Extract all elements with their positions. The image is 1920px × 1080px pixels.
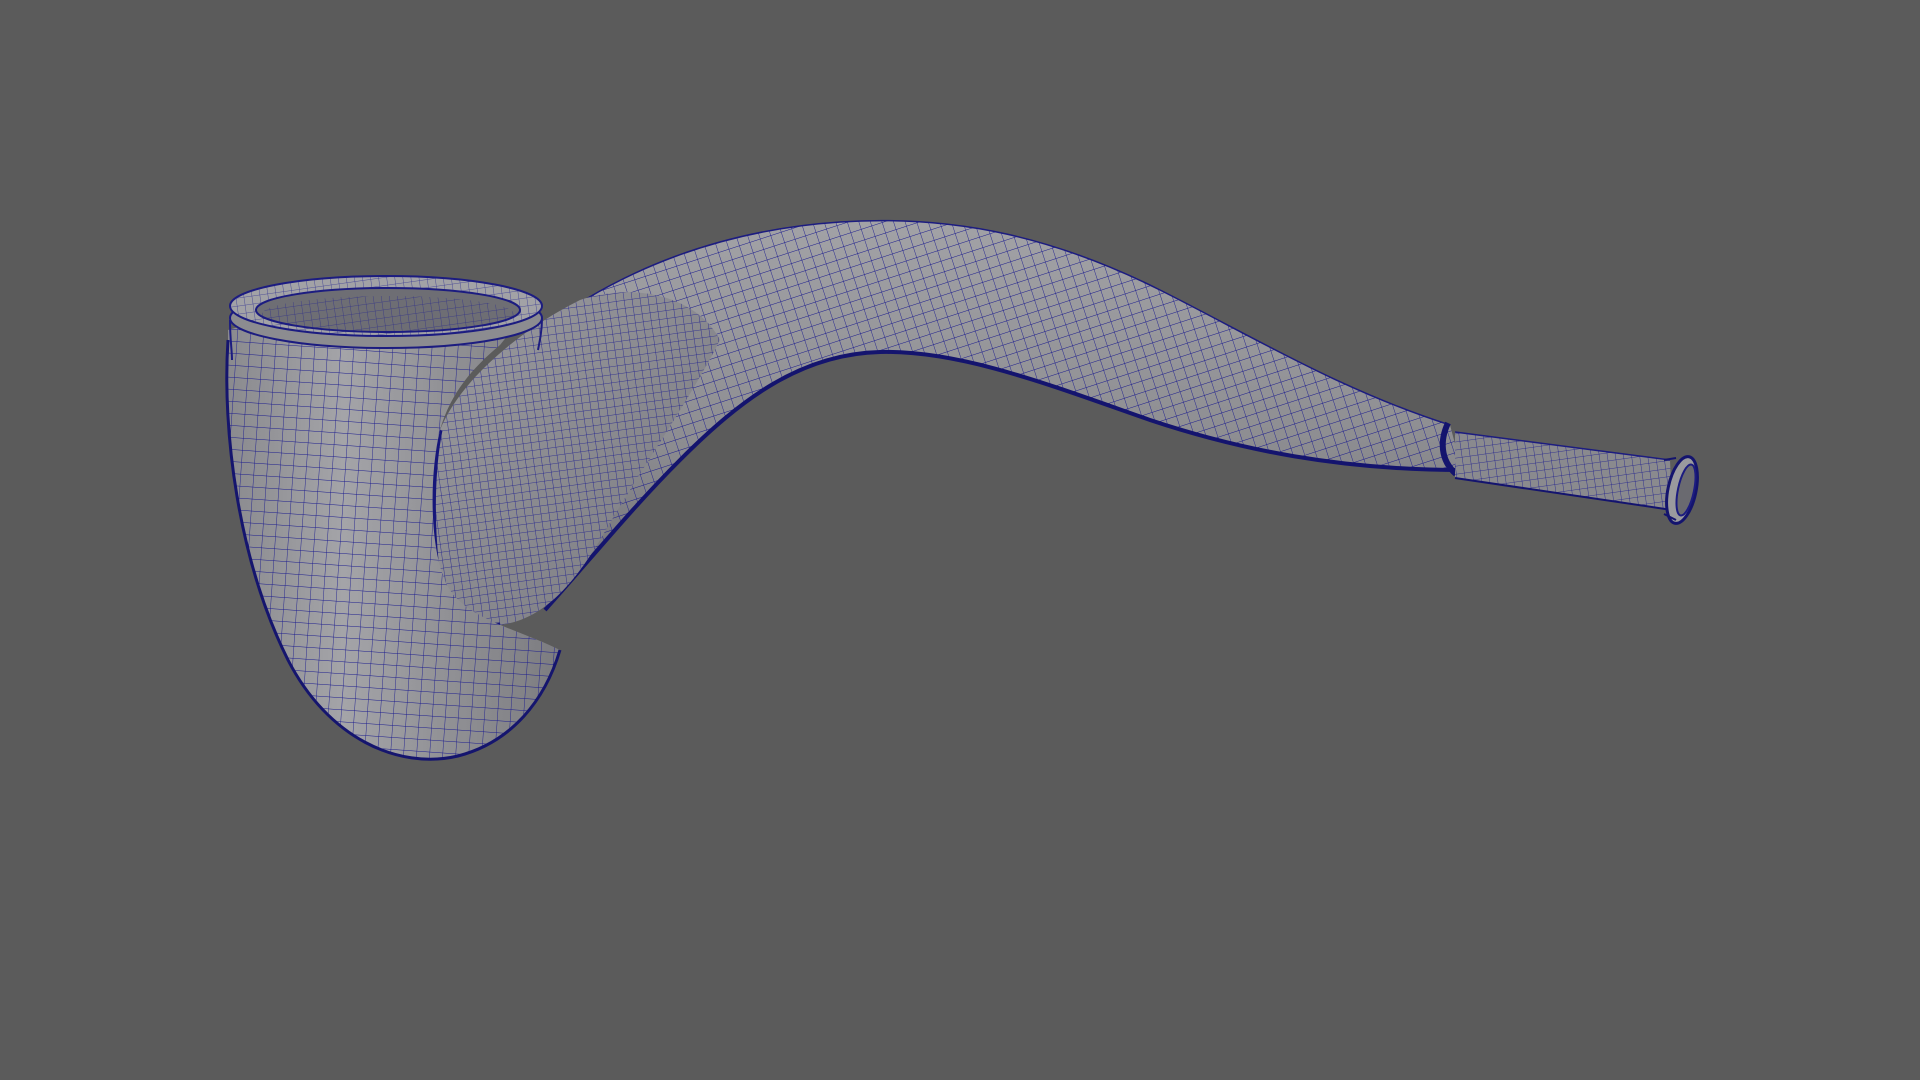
3d-viewport[interactable] — [0, 0, 1920, 1080]
viewport-canvas[interactable] — [0, 0, 1920, 1080]
pipe-mouthpiece — [1454, 431, 1673, 511]
